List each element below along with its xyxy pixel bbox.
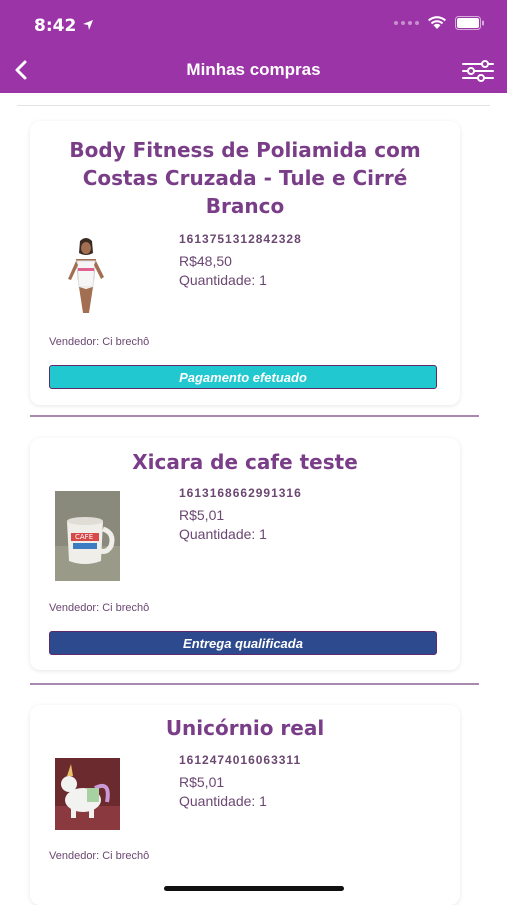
order-card[interactable]: Unicórnio real 1612474016063311 R$5,01 Q… <box>30 705 460 905</box>
product-quantity: Quantidade: 1 <box>179 526 267 542</box>
battery-icon <box>455 16 484 30</box>
nav-bar: Minhas compras <box>0 48 507 93</box>
divider <box>30 683 479 685</box>
product-image <box>56 235 116 317</box>
product-price: R$5,01 <box>179 774 225 790</box>
location-arrow-icon <box>83 20 93 30</box>
order-id: 1613751312842328 <box>179 232 302 246</box>
product-price: R$48,50 <box>179 253 232 269</box>
sliders-icon <box>462 60 494 82</box>
status-time: 8:42 <box>34 16 77 36</box>
product-title: Xicara de cafe teste <box>132 450 358 474</box>
seller-name: Vendedor: Ci brechô <box>49 336 150 348</box>
status-bar: 8:42 <box>0 0 507 48</box>
order-id: 1613168662991316 <box>179 486 302 500</box>
seller-name: Vendedor: Ci brechô <box>49 602 150 614</box>
product-price: R$5,01 <box>179 507 225 523</box>
seller-name: Vendedor: Ci brechô <box>49 850 150 862</box>
product-image <box>55 758 120 830</box>
order-id: 1612474016063311 <box>179 753 302 767</box>
product-title: Unicórnio real <box>165 716 325 740</box>
status-button[interactable]: Entrega qualificada <box>49 631 437 655</box>
wifi-icon <box>428 16 446 29</box>
status-indicators <box>394 16 485 30</box>
divider <box>30 415 479 417</box>
order-card[interactable]: Xicara de cafe teste CAFÉ 16131686629913… <box>30 438 460 670</box>
divider <box>17 105 490 106</box>
product-title: Body Fitness de Poliamida com Costas Cru… <box>69 138 421 218</box>
product-image: CAFÉ <box>55 491 120 581</box>
page-title: Minhas compras <box>186 60 321 79</box>
order-card[interactable]: Body Fitness de Poliamida com Costas Cru… <box>30 121 460 405</box>
product-quantity: Quantidade: 1 <box>179 793 267 809</box>
product-quantity: Quantidade: 1 <box>179 272 267 288</box>
svg-text:CAFÉ: CAFÉ <box>75 532 93 541</box>
home-indicator <box>164 886 344 891</box>
status-button[interactable]: Pagamento efetuado <box>49 365 437 389</box>
filter-button[interactable] <box>461 60 495 82</box>
signal-dots-icon <box>394 21 419 25</box>
